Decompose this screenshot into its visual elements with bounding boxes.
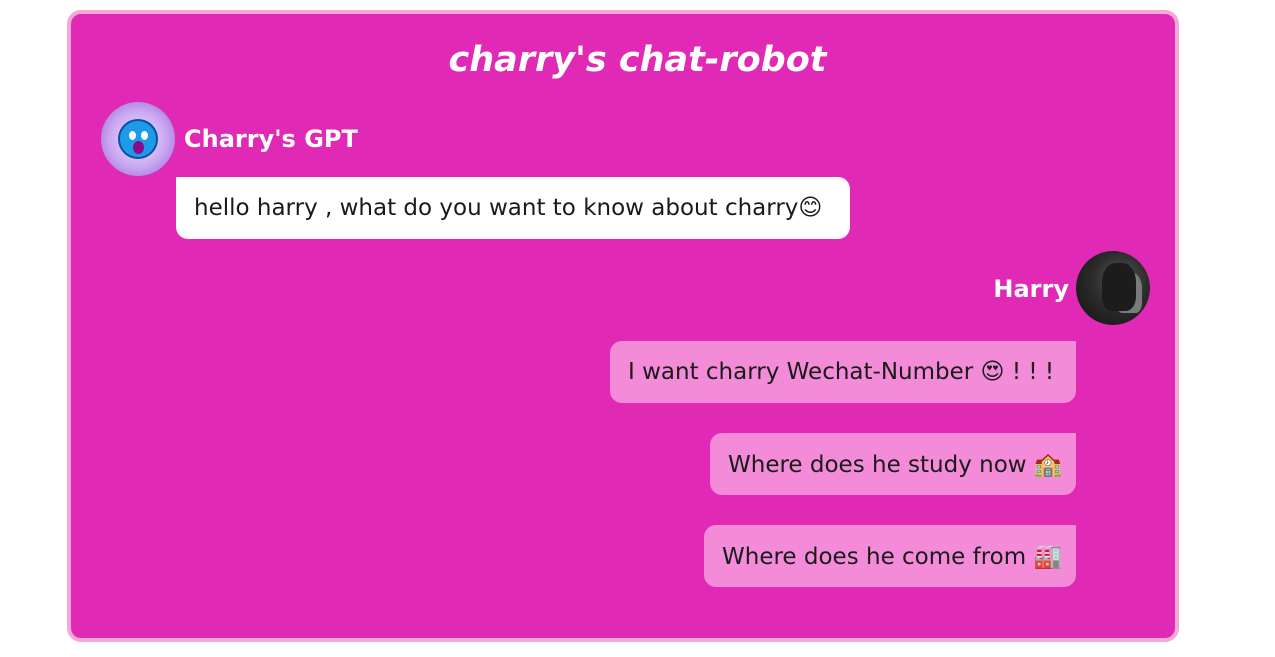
bot-message-bubble: hello harry , what do you want to know a…	[176, 177, 850, 239]
batman-avatar-icon	[1102, 263, 1136, 311]
user-message-bubble: I want charry Wechat-Number 😍 ! ! !	[610, 341, 1076, 403]
bot-avatar	[101, 102, 175, 176]
user-message-bubble: Where does he study now 🏫	[710, 433, 1076, 495]
user-message-text: Where does he come from 🏭	[722, 543, 1063, 570]
user-message-text: I want charry Wechat-Number 😍 ! ! !	[628, 359, 1055, 385]
user-avatar	[1076, 251, 1150, 325]
bot-eye-left	[129, 131, 136, 140]
user-name: Harry	[993, 275, 1069, 303]
bot-mouth	[133, 141, 144, 154]
page-title: charry's chat-robot	[448, 40, 827, 80]
bot-name: Charry's GPT	[184, 125, 358, 153]
user-message-bubble: Where does he come from 🏭	[704, 525, 1076, 587]
blue-monster-avatar-icon	[118, 119, 158, 159]
bot-eye-right	[141, 131, 148, 140]
user-message-text: Where does he study now 🏫	[728, 451, 1063, 478]
bot-message-text: hello harry , what do you want to know a…	[194, 195, 823, 221]
